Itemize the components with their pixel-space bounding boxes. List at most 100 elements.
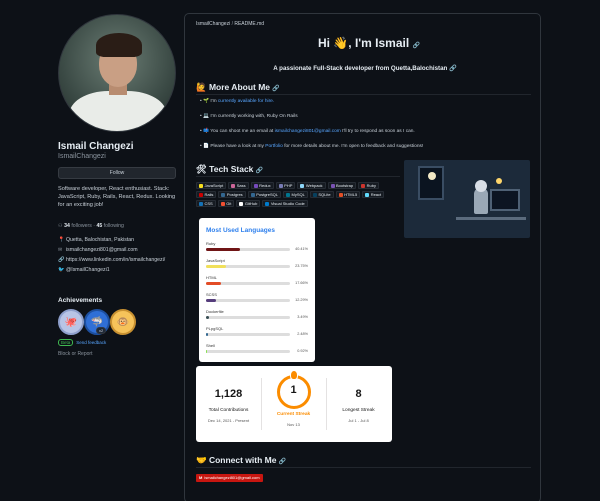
achievement-badge-quickdraw[interactable]: 🐙 xyxy=(58,309,84,335)
developer-illustration xyxy=(404,160,530,238)
website-text[interactable]: https://www.linkedin.com/in/ismailchange… xyxy=(66,257,165,264)
total-contributions: 1,128 Total Contributions Dec 14, 2021 -… xyxy=(196,366,261,442)
about-item: 💻 I'm currently working with, Ruby On Ra… xyxy=(200,114,530,120)
tech-badge: Visual Studio Code xyxy=(262,200,308,207)
tech-logo-icon xyxy=(285,192,290,197)
tech-badge: Redux xyxy=(250,182,274,189)
current-streak-label: Current Streak xyxy=(276,412,311,417)
mail-icon: ✉ xyxy=(58,247,63,253)
fire-icon xyxy=(290,370,298,380)
follow-stats: ⚇ 34 followers · 45 following xyxy=(58,223,124,229)
badge-multiplier: x2 xyxy=(96,327,107,334)
anchor-link-icon[interactable]: 🔗 xyxy=(449,65,457,72)
tech-badge: PostgreSQL xyxy=(247,191,281,198)
language-name: Shell xyxy=(206,343,215,348)
language-bar-fill xyxy=(206,265,226,268)
tech-badge-label: SQLite xyxy=(318,192,331,197)
developer-head-shape xyxy=(475,180,487,192)
anchor-link-icon[interactable]: 🔗 xyxy=(413,43,420,49)
tech-logo-icon xyxy=(265,201,270,206)
tech-badge-label: PostgreSQL xyxy=(256,192,278,197)
tech-badge-label: Visual Studio Code xyxy=(270,201,305,206)
send-feedback-link[interactable]: Send feedback xyxy=(76,340,106,345)
language-row: JavaScript 23.75% xyxy=(206,258,308,268)
divider xyxy=(196,176,400,177)
block-report-link[interactable]: Block or Report xyxy=(58,351,92,357)
beta-tag: Beta xyxy=(58,339,74,346)
total-contributions-value: 1,128 xyxy=(214,388,243,400)
tech-badge: JavaScript xyxy=(196,182,227,189)
tech-badge-label: Postgres xyxy=(226,192,243,197)
anchor-link-icon[interactable]: 🔗 xyxy=(256,168,263,174)
hire-link[interactable]: currently available for hire. xyxy=(218,99,274,104)
anchor-link-icon[interactable]: 🔗 xyxy=(272,86,279,92)
tech-badge-label: Webpack xyxy=(305,183,323,188)
tech-badge: HTML5 xyxy=(335,191,361,198)
anchor-link-icon[interactable]: 🔗 xyxy=(279,459,286,465)
tech-badge-label: Rails xyxy=(204,192,214,197)
profile-avatar[interactable] xyxy=(58,14,176,132)
tech-badge-label: Ruby xyxy=(366,183,376,188)
email-link[interactable]: ismailchangezi801@gmail.com xyxy=(275,129,341,134)
tech-logo-icon xyxy=(330,183,335,188)
following-label[interactable]: following xyxy=(104,223,124,229)
readme-breadcrumb: IsmailChangezi / README.md xyxy=(196,21,264,27)
language-name: PLpgSQL xyxy=(206,326,224,331)
tech-badge: Webpack xyxy=(297,182,326,189)
tech-badge-label: Sass xyxy=(236,183,246,188)
tech-logo-icon xyxy=(199,183,203,188)
follow-button[interactable]: Follow xyxy=(58,167,176,179)
profile-name: Ismail Changezi xyxy=(58,141,134,152)
followers-count[interactable]: 34 xyxy=(64,223,70,229)
tech-logo-icon xyxy=(220,201,225,206)
tech-badge: GitHub xyxy=(236,200,261,207)
total-contributions-range: Dec 14, 2021 - Present xyxy=(207,418,250,423)
tech-badge: Sass xyxy=(228,182,249,189)
language-row: Ruby 40.41% xyxy=(206,241,308,251)
current-streak-date: Nov 13 xyxy=(287,422,300,427)
tech-badge: SQLite xyxy=(309,191,334,198)
about-item: 📄 Please have a look at my Portfolio for… xyxy=(200,144,530,150)
profile-website[interactable]: 🔗 https://www.linkedin.com/in/ismailchang… xyxy=(58,257,178,264)
language-name: SCSS xyxy=(206,292,217,297)
email-text[interactable]: ismailchangezi801@gmail.com xyxy=(66,247,138,254)
profile-twitter[interactable]: 🐦 @IsmailChangezi1 xyxy=(58,267,178,274)
tech-logo-icon xyxy=(231,183,236,188)
connect-title: 🤝 Connect with Me xyxy=(196,455,277,465)
tech-badge-label: Bootstrap xyxy=(336,183,354,188)
avatar-shirt xyxy=(69,91,167,131)
location-text: Quetta, Balochistan, Pakistan xyxy=(66,237,135,243)
language-bar-fill xyxy=(206,299,217,302)
tech-logo-icon xyxy=(199,201,203,206)
language-row: Dockerfile 3.49% xyxy=(206,309,308,319)
followers-label[interactable]: followers xyxy=(71,223,91,229)
language-row: Shell 0.92% xyxy=(206,343,308,353)
gmail-badge[interactable]: Mismailchangezi801@gmail.com xyxy=(196,474,263,482)
beta-feedback: Beta Send feedback xyxy=(58,339,106,346)
tech-badge-label: PHP xyxy=(284,183,293,188)
desk-shape xyxy=(456,217,526,220)
languages-title: Most Used Languages xyxy=(206,227,275,234)
readme-greeting: Hi 👋, I'm Ismail 🔗 xyxy=(284,36,454,50)
monitor-shape xyxy=(490,189,520,211)
tech-badge: Postgres xyxy=(218,191,246,198)
gmail-icon: M xyxy=(199,475,203,480)
language-bar-track xyxy=(206,248,290,251)
crumb-file[interactable]: README.md xyxy=(234,21,264,27)
profile-email[interactable]: ✉ ismailchangezi801@gmail.com xyxy=(58,247,178,254)
portfolio-link[interactable]: Portfolio xyxy=(265,144,283,149)
language-row: PLpgSQL 2.48% xyxy=(206,326,308,336)
following-count[interactable]: 45 xyxy=(96,223,102,229)
tech-stack-heading: 🛠 Tech Stack 🔗 xyxy=(196,164,263,175)
tech-logo-icon xyxy=(253,183,258,188)
twitter-text[interactable]: @IsmailChangezi1 xyxy=(66,267,110,274)
language-name: JavaScript xyxy=(206,258,225,263)
achievement-badge-yolo[interactable]: 🐵 xyxy=(110,309,136,335)
language-percent: 23.75% xyxy=(295,264,308,268)
crumb-user[interactable]: IsmailChangezi xyxy=(196,21,230,27)
twitter-icon: 🐦 xyxy=(58,267,65,273)
language-bar-fill xyxy=(206,248,240,251)
tech-logo-icon xyxy=(221,192,226,197)
language-row: HTML 17.66% xyxy=(206,275,308,285)
readme-tagline: A passionate Full-Stack developer from Q… xyxy=(225,64,505,72)
